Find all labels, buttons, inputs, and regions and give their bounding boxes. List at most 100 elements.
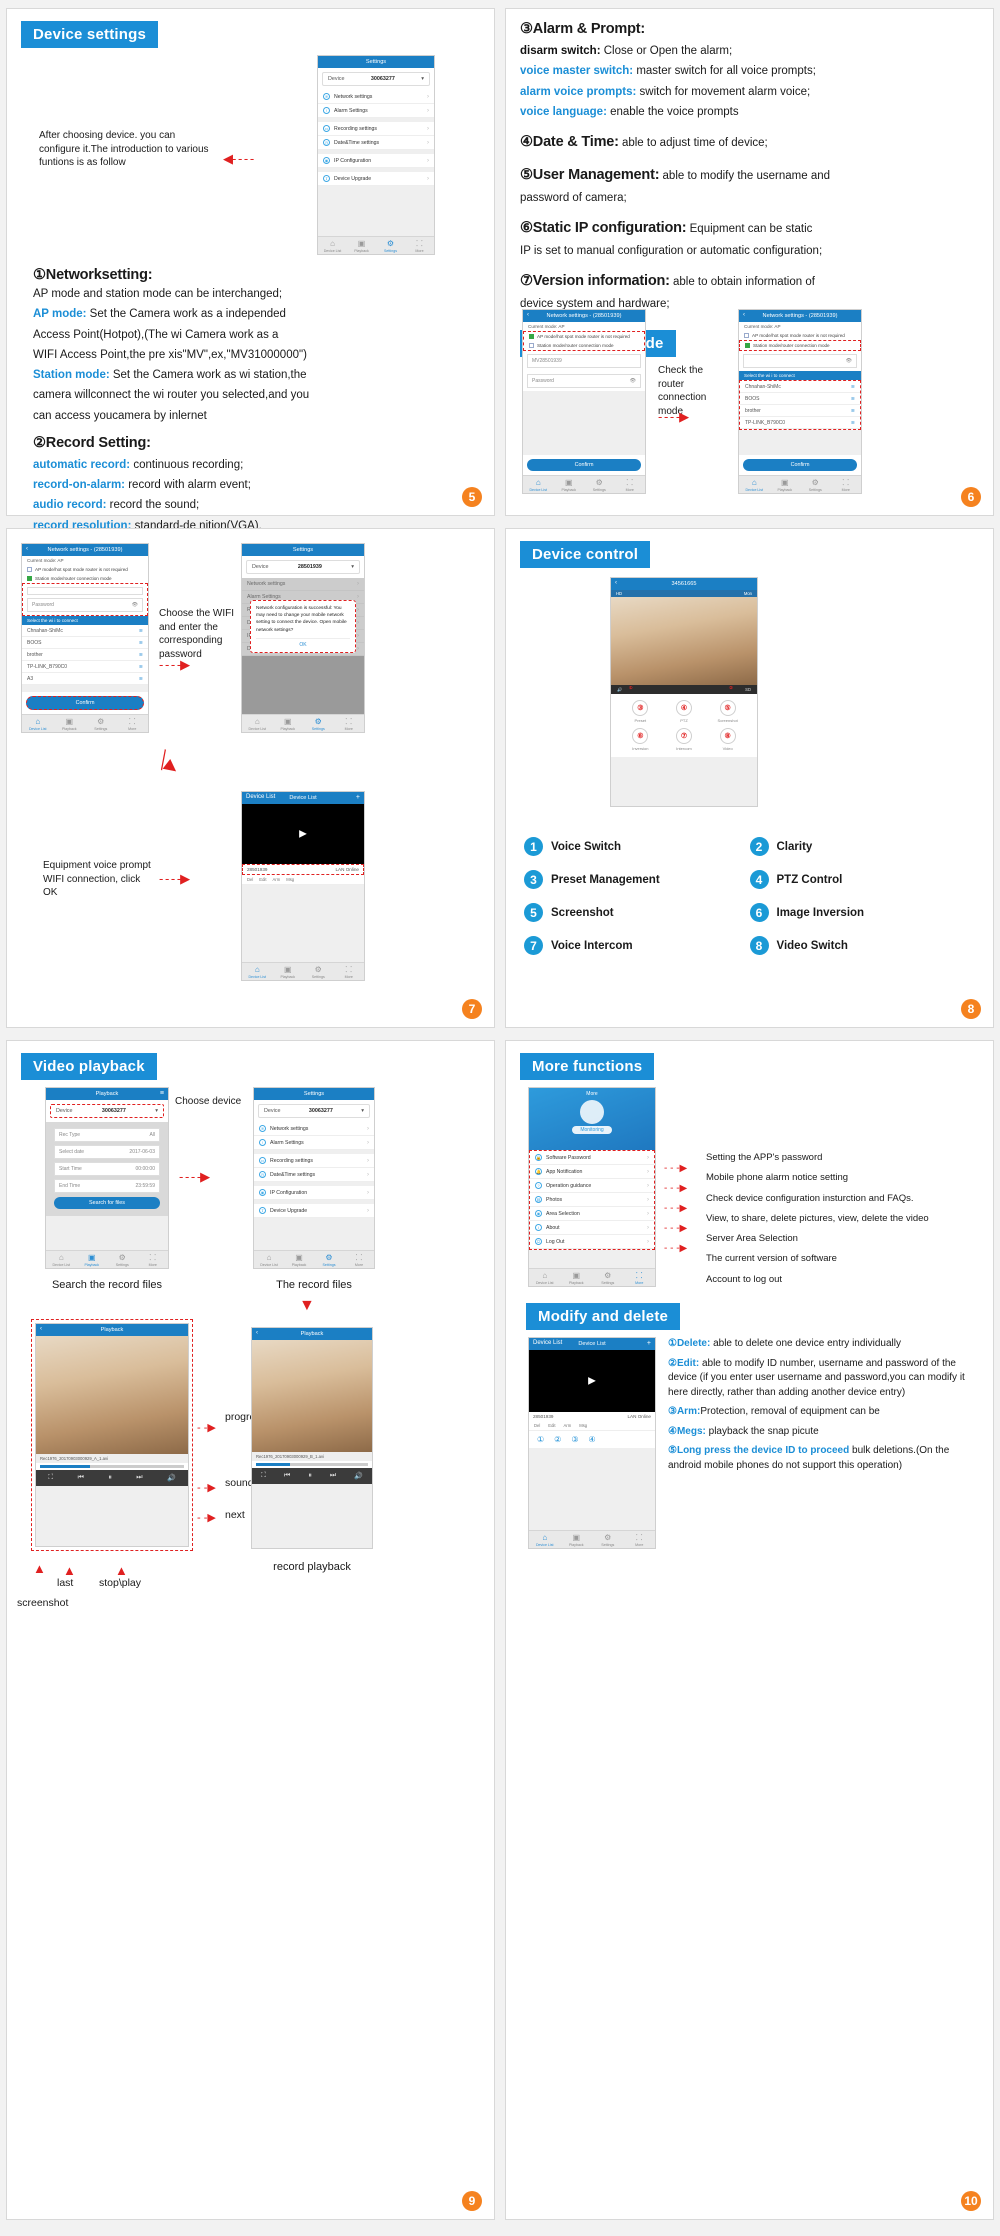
nav-device-list[interactable]: ⌂ Device List — [242, 965, 273, 979]
action-msg[interactable]: Msg — [286, 877, 294, 882]
checkbox-station-mode[interactable]: Station mode/router connection mode — [739, 340, 861, 351]
eye-icon[interactable]: 👁 — [846, 358, 852, 364]
wifi-item[interactable]: Chnahan-ShiMc ≋ — [740, 381, 860, 393]
back-icon[interactable]: ‹ — [256, 1330, 258, 1336]
nav-settings[interactable]: ⚙ Settings — [85, 717, 117, 731]
nav-playback[interactable]: ▣ Playback — [770, 478, 801, 492]
action-delete[interactable]: Del — [534, 1423, 540, 1428]
wifi-item[interactable]: BOOS ≋ — [740, 393, 860, 405]
nav-device-list[interactable]: ⌂ Device List — [529, 1533, 561, 1547]
nav-device-list[interactable]: ⌂ Device List — [254, 1253, 284, 1267]
add-device-icon[interactable]: + — [647, 1340, 651, 1347]
action-edit[interactable]: Edit — [259, 877, 266, 882]
back-icon[interactable]: ‹ — [743, 312, 745, 318]
wifi-item[interactable]: A3 ≋ — [22, 673, 148, 685]
action-edit[interactable]: Edit — [548, 1423, 555, 1428]
nav-playback[interactable]: ▣ Playback — [77, 1253, 108, 1267]
checkbox-ap-mode[interactable]: AP mode/hot spot mode router is not requ… — [524, 332, 644, 341]
menu-item-ip-configuration[interactable]: ◉ IP Configuration › — [254, 1186, 374, 1200]
tab-hd[interactable]: HD — [616, 591, 622, 596]
nav-settings[interactable]: ⚙ Settings — [107, 1253, 138, 1267]
nav-more[interactable]: ⸬ More — [624, 1533, 656, 1547]
menu-item-operation-guidance[interactable]: ? Operation guidance › — [530, 1179, 654, 1193]
dialog-ok-button[interactable]: OK — [256, 637, 350, 648]
screenshot-icon[interactable]: ⛶ — [48, 1474, 53, 1482]
checkbox-station-mode[interactable]: Station mode/router connection mode — [524, 341, 644, 350]
screenshot-icon[interactable]: ⛶ — [261, 1472, 266, 1480]
next-icon[interactable]: ⏭ — [330, 1472, 336, 1480]
nav-playback[interactable]: ▣ Playback — [54, 717, 86, 731]
menu-item-network-settings[interactable]: ≋ Network settings › — [254, 1122, 374, 1136]
ssid-input[interactable]: MV28501939 — [527, 354, 641, 368]
nav-playback[interactable]: ▣ Playback — [284, 1253, 314, 1267]
menu-icon[interactable]: ≡ — [160, 1090, 164, 1097]
confirm-button[interactable]: Confirm — [743, 458, 857, 471]
nav-more[interactable]: ⸬ More — [831, 478, 862, 492]
progress-bar[interactable] — [40, 1465, 184, 1468]
action-msg[interactable]: Msg — [579, 1423, 587, 1428]
menu-item-alarm-settings[interactable]: ! Alarm Settings › — [254, 1136, 374, 1150]
live-video-view[interactable] — [611, 597, 757, 685]
nav-settings[interactable]: ⚙ Settings — [800, 478, 831, 492]
menu-item-datetime-settings[interactable]: ◷ Date&Time settings › — [318, 136, 434, 150]
playback-video-view[interactable] — [36, 1336, 188, 1454]
device-selector[interactable]: Device 30063277 ▾ — [322, 72, 430, 86]
device-selector[interactable]: Device 30063277 ▾ — [258, 1104, 370, 1118]
menu-item-device-upgrade[interactable]: ⇧ Device Upgrade › — [318, 172, 434, 186]
nav-playback[interactable]: ▣ Playback — [347, 239, 376, 253]
menu-item-network-settings[interactable]: ≋ Network settings › — [318, 90, 434, 104]
next-icon[interactable]: ⏭ — [136, 1474, 142, 1482]
filter-rec-type[interactable]: Rec Type All — [54, 1128, 160, 1142]
previous-icon[interactable]: ⏮ — [284, 1472, 290, 1480]
nav-device-list[interactable]: ⌂ Device List — [46, 1253, 77, 1267]
checkbox-station-mode[interactable]: Station mode/router connection mode — [22, 574, 148, 583]
nav-more[interactable]: ⸬ More — [405, 239, 434, 253]
tab-mon[interactable]: Mon — [744, 591, 752, 596]
menu-item-recording-settings[interactable]: ▭ Recording settings › — [318, 122, 434, 136]
nav-device-list[interactable]: ⌂ Device List — [739, 478, 770, 492]
nav-device-list[interactable]: ⌂ Device List — [318, 239, 347, 253]
device-row[interactable]: 28501939 LAN Online — [242, 864, 364, 875]
back-icon[interactable]: ‹ — [527, 312, 529, 318]
nav-playback[interactable]: ▣ Playback — [554, 478, 585, 492]
action-delete[interactable]: Del — [247, 877, 253, 882]
nav-more[interactable]: ⸬ More — [334, 717, 365, 731]
device-selector[interactable]: Device 30063277 ▾ — [50, 1104, 164, 1118]
device-video-thumb[interactable]: ▶ — [529, 1350, 655, 1412]
device-video-thumb[interactable]: ▶ — [242, 804, 364, 864]
pause-icon[interactable]: ⏸ — [308, 1472, 312, 1480]
menu-item-about[interactable]: i About › — [530, 1221, 654, 1235]
wifi-item[interactable]: TP-LINK_B790C0 ≋ — [740, 417, 860, 429]
speaker-icon[interactable]: 🔊 — [617, 687, 622, 693]
eye-icon[interactable]: 👁 — [132, 602, 138, 608]
menu-item-network-settings[interactable]: Network settings › — [242, 578, 364, 591]
control-screenshot[interactable]: ⑤ Screenshot — [708, 700, 747, 723]
playback-video-view[interactable] — [252, 1340, 372, 1452]
wifi-item[interactable]: TP-LINK_B790C0 ≋ — [22, 661, 148, 673]
progress-bar[interactable] — [256, 1463, 368, 1466]
device-selector[interactable]: Device 28501939 ▾ — [246, 560, 360, 574]
control-preset[interactable]: ③ Preset — [621, 700, 660, 723]
menu-item-photos[interactable]: ▤ Photos › — [530, 1193, 654, 1207]
menu-item-software-password[interactable]: 🔒 Software Password › — [530, 1151, 654, 1165]
checkbox-ap-mode[interactable]: AP mode/hot spot mode router is not requ… — [22, 565, 148, 574]
nav-more[interactable]: ⸬ More — [334, 965, 365, 979]
menu-item-device-upgrade[interactable]: ⇧ Device Upgrade › — [254, 1204, 374, 1218]
checkbox-ap-mode[interactable]: AP mode/hot spot mode router is not requ… — [739, 331, 861, 340]
ssid-input[interactable] — [27, 587, 143, 595]
action-arm[interactable]: Arm — [564, 1423, 572, 1428]
nav-more[interactable]: ⸬ More — [624, 1271, 656, 1285]
nav-device-list[interactable]: ⌂ Device List — [529, 1271, 561, 1285]
nav-settings[interactable]: ⚙ Settings — [592, 1533, 624, 1547]
nav-settings[interactable]: ⚙ Settings — [592, 1271, 624, 1285]
menu-item-area-selection[interactable]: ◉ Area Selection › — [530, 1207, 654, 1221]
password-input[interactable]: Password 👁 — [527, 374, 641, 388]
wifi-item[interactable]: brother ≋ — [740, 405, 860, 417]
control-ptz[interactable]: ④ PTZ — [665, 700, 704, 723]
eye-icon[interactable]: 👁 — [630, 378, 636, 384]
nav-more[interactable]: ⸬ More — [615, 478, 646, 492]
sound-icon[interactable]: 🔊 — [354, 1472, 363, 1480]
nav-settings[interactable]: ⚙ Settings — [314, 1253, 344, 1267]
pause-icon[interactable]: ⏸ — [108, 1474, 112, 1482]
menu-item-log-out[interactable]: ⏻ Log Out › — [530, 1235, 654, 1249]
